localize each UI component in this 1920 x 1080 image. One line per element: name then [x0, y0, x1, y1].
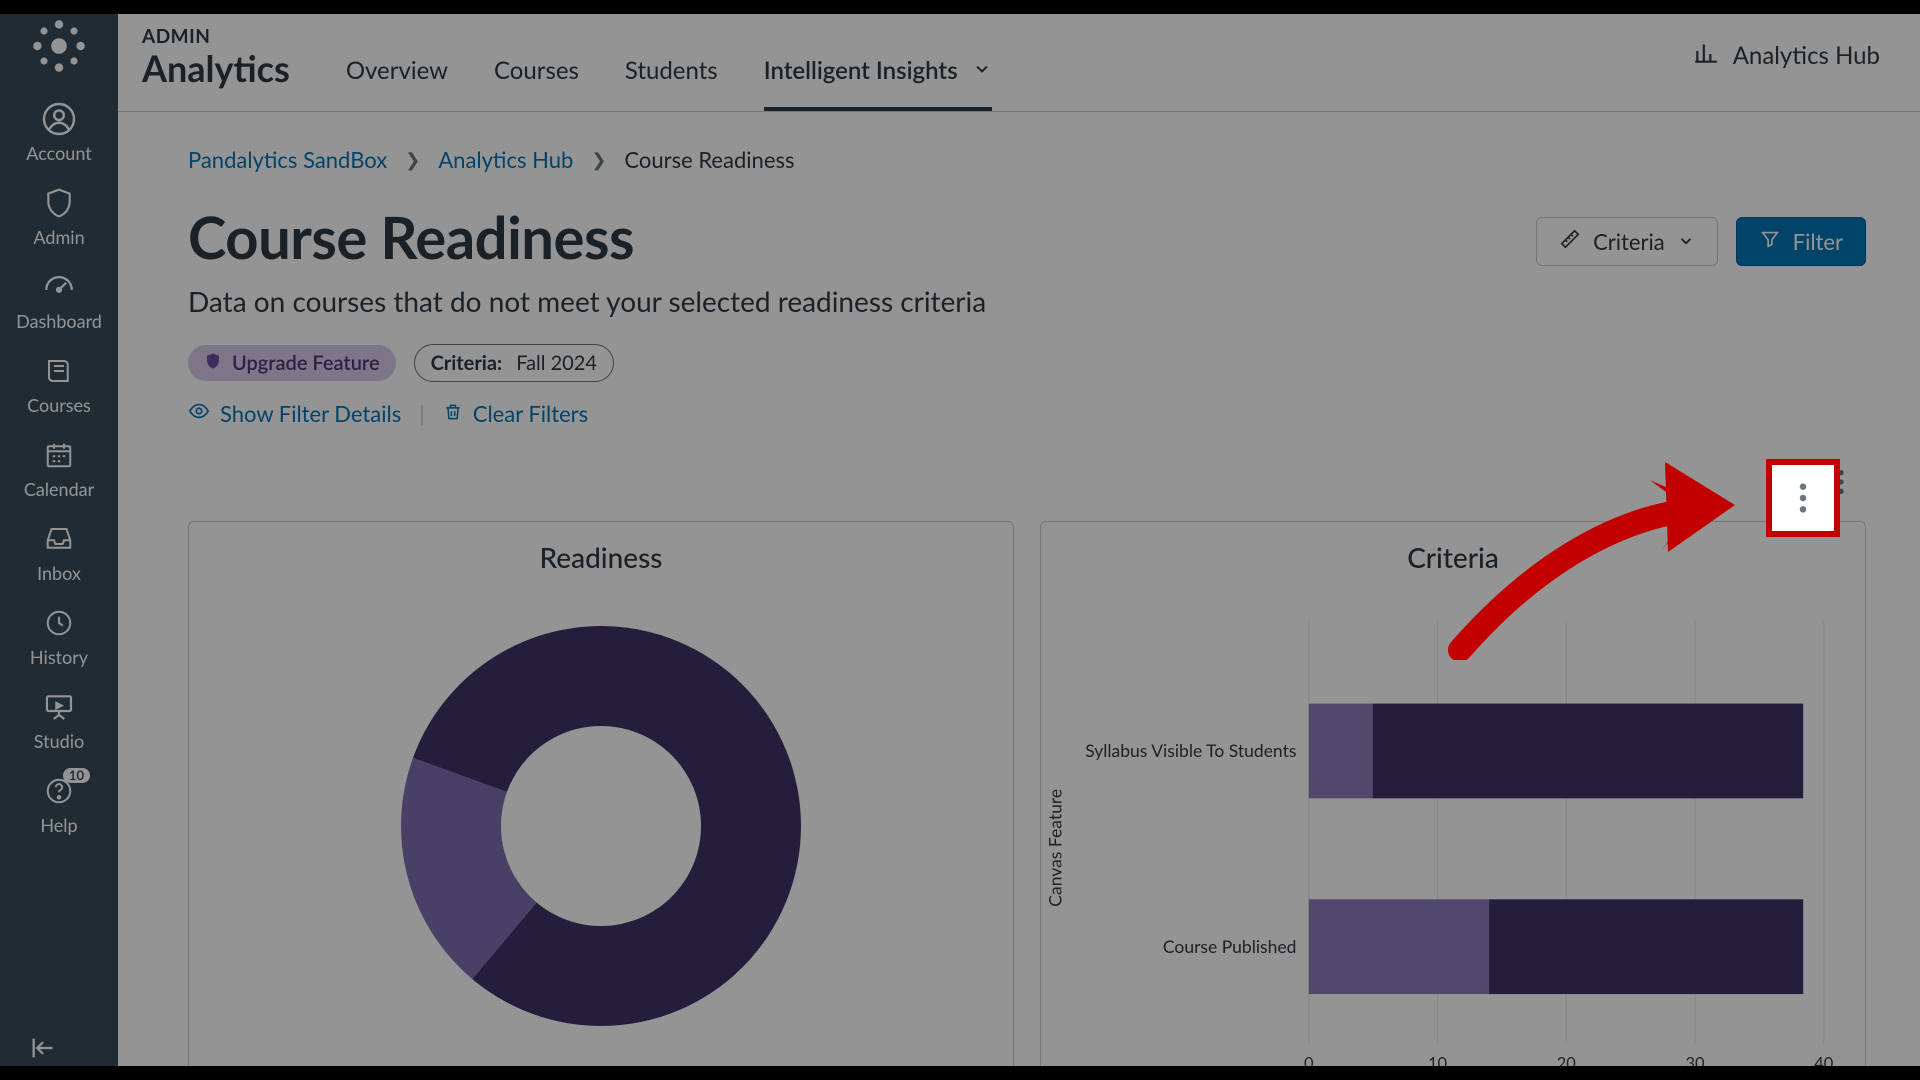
nav-account[interactable]: Account — [0, 102, 118, 162]
svg-text:Syllabus Visible To Students: Syllabus Visible To Students — [1085, 740, 1296, 761]
nav-studio[interactable]: Studio — [0, 690, 118, 750]
refresh-button[interactable] — [1756, 461, 1798, 503]
chevron-down-icon — [972, 56, 992, 85]
readiness-donut-chart — [401, 626, 801, 1026]
nav-admin-label: Admin — [33, 228, 84, 246]
page-subtitle: Data on courses that do not meet your se… — [188, 284, 1512, 318]
nav-studio-label: Studio — [34, 732, 84, 750]
eye-icon — [188, 400, 210, 427]
analytics-hub-label: Analytics Hub — [1733, 41, 1880, 70]
tab-courses[interactable]: Courses — [494, 56, 579, 111]
criteria-chip-label: Criteria: — [431, 351, 503, 375]
page-header: ADMIN Analytics Overview Courses Student… — [118, 0, 1920, 112]
nav-inbox[interactable]: Inbox — [0, 522, 118, 582]
upgrade-chip-label: Upgrade Feature — [232, 351, 380, 375]
chevron-right-icon: ❯ — [405, 148, 420, 171]
criteria-bar-chart: Canvas Feature Syllabus Visible To — [1041, 580, 1865, 1080]
nav-history[interactable]: History — [0, 606, 118, 666]
page-title: Course Readiness — [188, 203, 1512, 272]
analytics-hub-link[interactable]: Analytics Hub — [1693, 40, 1880, 72]
canvas-logo-icon — [27, 14, 91, 78]
criteria-button-label: Criteria — [1593, 228, 1665, 255]
criteria-chart-card: Criteria Canvas Feature — [1040, 521, 1866, 1080]
main-region: ADMIN Analytics Overview Courses Student… — [118, 0, 1920, 1080]
clear-filters-label: Clear Filters — [473, 400, 588, 427]
criteria-chip-value: Fall 2024 — [516, 351, 597, 375]
criteria-chip[interactable]: Criteria: Fall 2024 — [414, 344, 614, 382]
bar-chart-icon — [1693, 40, 1719, 72]
nav-dashboard-label: Dashboard — [16, 312, 102, 330]
gauge-icon — [42, 270, 76, 304]
nav-courses-label: Courses — [27, 396, 91, 414]
filter-button[interactable]: Filter — [1736, 217, 1866, 266]
readiness-chart-title: Readiness — [540, 540, 663, 580]
show-filter-details-label: Show Filter Details — [220, 400, 401, 427]
chevron-right-icon: ❯ — [591, 148, 606, 171]
shield-icon — [43, 186, 75, 220]
crumb-sandbox[interactable]: Pandalytics SandBox — [188, 146, 387, 173]
tab-intelligent-insights[interactable]: Intelligent Insights — [764, 56, 992, 111]
nav-history-label: History — [30, 648, 88, 666]
shield-solid-icon — [204, 351, 222, 375]
nav-help-label: Help — [40, 816, 77, 834]
tab-overview[interactable]: Overview — [346, 56, 448, 111]
collapse-nav-button[interactable] — [0, 1034, 118, 1062]
ruler-icon — [1559, 228, 1581, 255]
trash-icon — [443, 400, 463, 427]
chevron-down-icon — [1677, 228, 1695, 255]
nav-courses[interactable]: Courses — [0, 354, 118, 414]
header-tabs: Overview Courses Students Intelligent In… — [346, 0, 992, 111]
help-badge: 10 — [63, 768, 90, 783]
tab-students[interactable]: Students — [625, 56, 718, 111]
nav-account-label: Account — [26, 144, 91, 162]
upgrade-feature-chip[interactable]: Upgrade Feature — [188, 345, 396, 381]
letterbox — [0, 0, 1920, 14]
global-nav: Account Admin Dashboard Courses Calendar — [0, 0, 118, 1080]
clock-icon — [44, 606, 74, 640]
page-body: Pandalytics SandBox ❯ Analytics Hub ❯ Co… — [118, 112, 1920, 1080]
clear-filters-link[interactable]: Clear Filters — [443, 400, 588, 427]
user-circle-icon — [41, 102, 77, 136]
filter-button-label: Filter — [1793, 228, 1843, 255]
nav-calendar[interactable]: Calendar — [0, 438, 118, 498]
crumb-current: Course Readiness — [624, 146, 794, 173]
breadcrumb: Pandalytics SandBox ❯ Analytics Hub ❯ Co… — [188, 146, 1866, 173]
more-options-button[interactable] — [1820, 461, 1862, 503]
nav-help[interactable]: 10 Help — [0, 774, 118, 834]
nav-inbox-label: Inbox — [37, 564, 81, 582]
criteria-button[interactable]: Criteria — [1536, 217, 1718, 266]
crumb-analytics-hub[interactable]: Analytics Hub — [438, 146, 573, 173]
criteria-chart-title: Criteria — [1407, 540, 1499, 580]
letterbox — [0, 1066, 1920, 1080]
book-icon — [44, 354, 74, 388]
show-filter-details-link[interactable]: Show Filter Details — [188, 400, 401, 427]
header-title: Analytics — [142, 50, 290, 86]
criteria-ylabel: Canvas Feature — [1045, 789, 1066, 907]
nav-calendar-label: Calendar — [24, 480, 94, 498]
readiness-chart-card: Readiness — [188, 521, 1014, 1080]
calendar-icon — [44, 438, 74, 472]
nav-dashboard[interactable]: Dashboard — [0, 270, 118, 330]
divider: | — [419, 400, 425, 427]
svg-text:Course Published: Course Published — [1163, 936, 1297, 957]
nav-admin[interactable]: Admin — [0, 186, 118, 246]
presentation-icon — [43, 690, 75, 724]
header-supertitle: ADMIN — [142, 25, 290, 48]
inbox-icon — [44, 522, 74, 556]
filter-icon — [1759, 228, 1781, 255]
